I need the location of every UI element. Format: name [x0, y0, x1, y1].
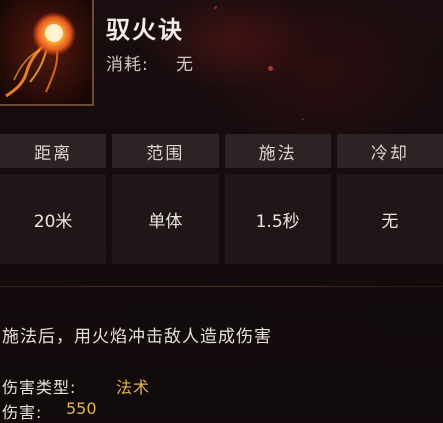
skill-icon[interactable] — [0, 0, 94, 106]
fire-orb-icon — [0, 0, 92, 104]
stat-value: 1.5秒 — [224, 174, 331, 264]
ember-particle — [214, 6, 217, 9]
damage-label: 伤害: — [2, 403, 43, 422]
cost-value: 无 — [176, 55, 193, 75]
damage-type-value: 法术 — [116, 378, 151, 397]
section-divider — [0, 286, 443, 287]
skill-name: 驭火诀 — [106, 16, 184, 44]
damage-value: 550 — [66, 399, 97, 418]
stat-header: 施法 — [224, 134, 331, 168]
stat-header: 范围 — [112, 134, 219, 168]
skill-tooltip-panel: 驭火诀 消耗: 无 距离 20米 范围 单体 施法 1.5秒 冷却 无 施法后，… — [0, 0, 443, 422]
stat-value: 无 — [336, 174, 443, 264]
ember-particle — [302, 118, 304, 120]
stat-column-cast: 施法 1.5秒 — [224, 134, 331, 264]
stat-header: 冷却 — [336, 134, 443, 168]
stat-header: 距离 — [0, 134, 107, 168]
stat-value: 单体 — [112, 174, 219, 264]
stat-value: 20米 — [0, 174, 107, 264]
skill-description: 施法后，用火焰冲击敌人造成伤害 — [2, 327, 272, 347]
cost-label: 消耗: — [106, 55, 149, 75]
stats-table: 距离 20米 范围 单体 施法 1.5秒 冷却 无 — [0, 134, 443, 264]
damage-type-label: 伤害类型: — [2, 378, 77, 397]
ember-particle — [268, 66, 273, 71]
stat-column-distance: 距离 20米 — [0, 134, 107, 264]
stat-column-cooldown: 冷却 无 — [336, 134, 443, 264]
stat-column-range: 范围 单体 — [112, 134, 219, 264]
